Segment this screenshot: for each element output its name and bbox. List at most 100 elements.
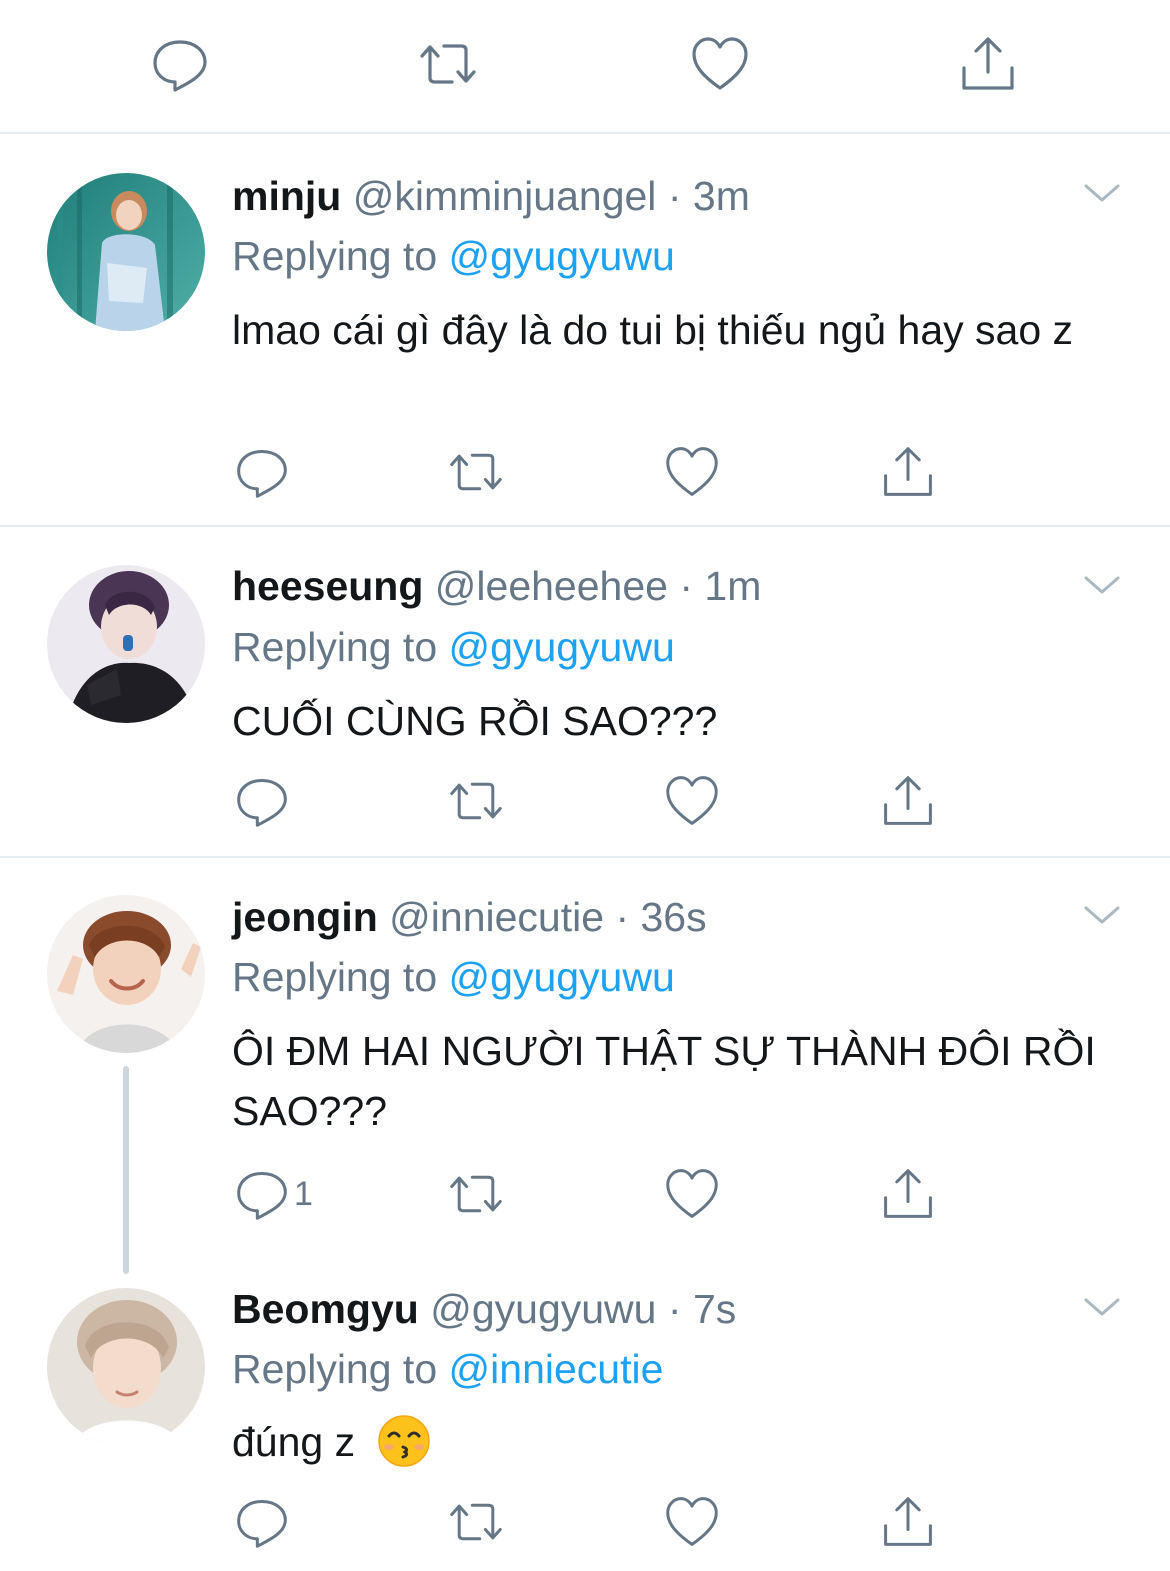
display-name[interactable]: minju <box>232 173 341 219</box>
tweet-header: jeongin @inniecutie · 36s <box>232 892 707 942</box>
tweet-header: heeseung @leeheehee · 1m <box>232 561 761 611</box>
user-handle[interactable]: @kimminjuangel <box>353 173 657 219</box>
share-icon <box>962 37 1014 90</box>
display-name[interactable]: heeseung <box>232 563 423 609</box>
tweet-text: đúng z <box>232 1419 356 1465</box>
mention-link[interactable]: @inniecutie <box>449 1346 664 1392</box>
heart-icon <box>666 447 718 496</box>
timestamp[interactable]: 3m <box>693 173 750 219</box>
reply-tweet[interactable]: heeseung @leeheehee · 1m Replying to @gy… <box>0 528 1170 858</box>
retweet-icon <box>420 44 476 84</box>
more-options-button[interactable] <box>1082 570 1122 600</box>
avatar[interactable] <box>47 895 205 1053</box>
reply-button[interactable] <box>234 1494 294 1550</box>
retweet-icon <box>450 453 502 491</box>
like-button[interactable] <box>664 1166 720 1222</box>
replying-to: Replying to @inniecutie <box>232 1344 663 1394</box>
tweet-actions <box>0 1494 1170 1550</box>
user-photo <box>47 895 205 1053</box>
separator: · <box>615 894 630 940</box>
parent-tweet-actions <box>0 0 1170 134</box>
mention-link[interactable]: @gyugyuwu <box>449 954 675 1000</box>
reply-icon <box>237 1499 287 1548</box>
kissing-smiling-eyes-emoji <box>377 1415 430 1467</box>
user-photo <box>47 173 205 331</box>
share-button[interactable] <box>958 34 1018 94</box>
replying-to-label: Replying to <box>232 233 438 279</box>
replying-to-label: Replying to <box>232 954 438 1000</box>
tweet-actions: 1 <box>0 1166 1170 1222</box>
separator: · <box>667 173 682 219</box>
avatar[interactable] <box>47 565 205 723</box>
retweet-button[interactable] <box>418 34 478 94</box>
retweet-icon <box>450 1175 502 1213</box>
reply-button[interactable]: 1 <box>234 1166 313 1222</box>
more-options-button[interactable] <box>1082 900 1122 930</box>
reply-button[interactable] <box>234 444 294 500</box>
user-photo <box>47 1288 205 1446</box>
reply-tweet[interactable]: Beomgyu @gyugyuwu · 7s Replying to @inni… <box>0 1278 1170 1571</box>
reply-tweet[interactable]: jeongin @inniecutie · 36s Replying to @g… <box>0 860 1170 1278</box>
user-handle[interactable]: @inniecutie <box>389 894 604 940</box>
separator: · <box>667 1286 682 1332</box>
chevron-down-icon <box>1084 906 1120 924</box>
heart-icon <box>666 1497 718 1546</box>
mention-link[interactable]: @gyugyuwu <box>449 624 675 670</box>
share-icon <box>884 1497 932 1546</box>
replying-to-label: Replying to <box>232 624 438 670</box>
heart-icon <box>692 37 748 90</box>
tweet-text: lmao cái gì đây là do tui bị thiếu ngủ h… <box>232 307 1074 353</box>
chevron-down-icon <box>1084 1298 1120 1316</box>
user-handle[interactable]: @leeheehee <box>435 563 668 609</box>
share-button[interactable] <box>880 1494 936 1550</box>
reply-count: 1 <box>294 1174 313 1213</box>
reply-button[interactable] <box>234 773 294 829</box>
reply-icon <box>237 449 287 498</box>
reply-icon <box>237 778 287 827</box>
timestamp[interactable]: 7s <box>693 1286 736 1332</box>
share-button[interactable] <box>880 773 936 829</box>
like-button[interactable] <box>664 1494 720 1550</box>
replying-to-label: Replying to <box>232 1346 438 1392</box>
share-icon <box>884 1169 932 1218</box>
like-button[interactable] <box>664 444 720 500</box>
chevron-down-icon <box>1084 184 1120 202</box>
display-name[interactable]: jeongin <box>232 894 378 940</box>
share-button[interactable] <box>880 1166 936 1222</box>
more-options-button[interactable] <box>1082 1292 1122 1322</box>
chevron-down-icon <box>1084 576 1120 594</box>
tweet-actions <box>0 444 1170 500</box>
tweet-body: đúng z <box>232 1412 1112 1472</box>
replying-to: Replying to @gyugyuwu <box>232 231 675 281</box>
retweet-button[interactable] <box>448 444 504 500</box>
retweet-icon <box>450 1503 502 1541</box>
reply-tweet[interactable]: minju @kimminjuangel · 3m Replying to @g… <box>0 136 1170 527</box>
reply-icon <box>237 1171 287 1220</box>
avatar[interactable] <box>47 1288 205 1446</box>
avatar[interactable] <box>47 173 205 331</box>
timestamp[interactable]: 36s <box>641 894 707 940</box>
retweet-button[interactable] <box>448 773 504 829</box>
heart-icon <box>666 776 718 825</box>
like-button[interactable] <box>690 34 750 94</box>
retweet-button[interactable] <box>448 1166 504 1222</box>
share-icon <box>884 447 932 496</box>
user-photo <box>47 565 205 723</box>
retweet-button[interactable] <box>448 1494 504 1550</box>
display-name[interactable]: Beomgyu <box>232 1286 419 1332</box>
more-options-button[interactable] <box>1082 178 1122 208</box>
user-handle[interactable]: @gyugyuwu <box>430 1286 656 1332</box>
like-button[interactable] <box>664 773 720 829</box>
share-icon <box>884 776 932 825</box>
tweet-header: minju @kimminjuangel · 3m <box>232 171 750 221</box>
replying-to: Replying to @gyugyuwu <box>232 952 675 1002</box>
share-button[interactable] <box>880 444 936 500</box>
separator: · <box>679 563 694 609</box>
tweet-header: Beomgyu @gyugyuwu · 7s <box>232 1284 736 1334</box>
retweet-icon <box>450 782 502 820</box>
timestamp[interactable]: 1m <box>704 563 761 609</box>
tweet-actions <box>0 773 1170 829</box>
mention-link[interactable]: @gyugyuwu <box>449 233 675 279</box>
heart-icon <box>666 1169 718 1218</box>
reply-button[interactable] <box>150 34 210 94</box>
